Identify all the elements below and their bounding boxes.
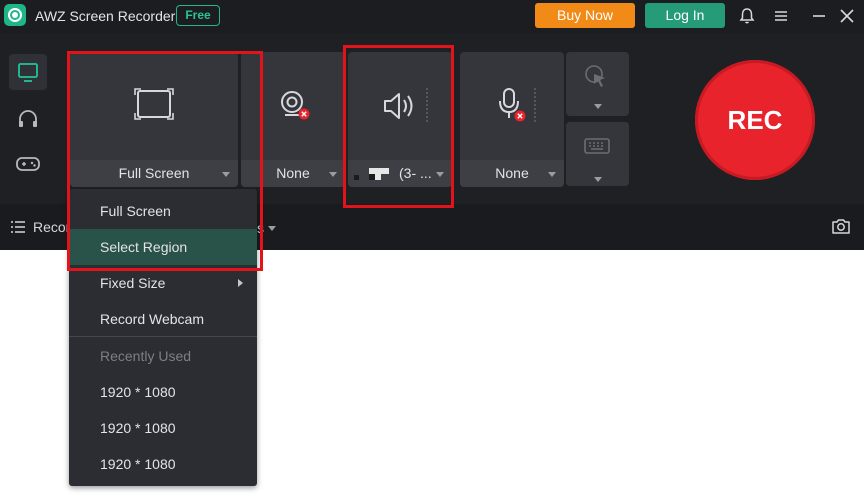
menu-divider [69,336,257,337]
buy-now-button[interactable]: Buy Now [535,3,635,28]
menu-item-record-webcam[interactable]: Record Webcam [69,301,257,337]
list-icon[interactable] [10,220,26,234]
chevron-right-icon [238,279,243,287]
free-badge: Free [176,5,220,26]
highlight-box-system-audio [343,45,454,208]
recent-size-item[interactable]: 1920 * 1080 [69,446,257,482]
cursor-click-icon [585,65,605,87]
recent-size-item[interactable]: 1920 * 1080 [69,410,257,446]
chevron-down-icon [329,172,337,177]
sidebar-item-game[interactable] [9,146,47,182]
recent-size-item[interactable]: 1920 * 1080 [69,374,257,410]
webcam-icon [281,91,310,120]
app-title: AWZ Screen Recorder [35,8,176,24]
record-button[interactable]: REC [695,60,815,180]
cursor-settings-tile[interactable] [566,52,629,116]
microphone-icon [499,88,526,122]
bell-icon[interactable] [736,5,758,27]
menu-item-fixed-size-label: Fixed Size [100,275,166,291]
recordings-link[interactable]: Recor [33,219,70,235]
microphone-dropdown[interactable]: None [460,160,564,187]
sidebar-item-audio[interactable] [9,101,47,137]
microphone-label: None [495,165,529,181]
microphone-tile[interactable]: None [460,52,564,187]
chevron-down-icon[interactable] [268,226,276,231]
menu-icon[interactable] [770,5,792,27]
keyboard-settings-tile[interactable] [566,122,629,186]
mic-level-meter [534,88,536,122]
screenshot-camera-icon[interactable] [831,217,851,235]
sidebar-item-screen[interactable] [9,54,47,90]
microphone-main[interactable] [460,52,564,158]
close-icon[interactable] [836,5,858,27]
chevron-down-icon [548,172,556,177]
minimize-icon[interactable] [808,5,830,27]
recently-used-heading: Recently Used [100,348,192,364]
gamepad-icon [16,157,40,171]
keyboard-icon [584,138,610,154]
headphones-icon [19,110,37,127]
monitor-icon [18,63,38,82]
highlight-box-screen-area [67,51,263,271]
chevron-down-icon [594,177,602,182]
app-logo-icon [4,4,26,26]
chevron-down-icon [594,104,602,109]
webcam-label: None [276,165,310,181]
log-in-button[interactable]: Log In [645,3,725,28]
title-bar: AWZ Screen Recorder Free Buy Now Log In [0,0,864,33]
